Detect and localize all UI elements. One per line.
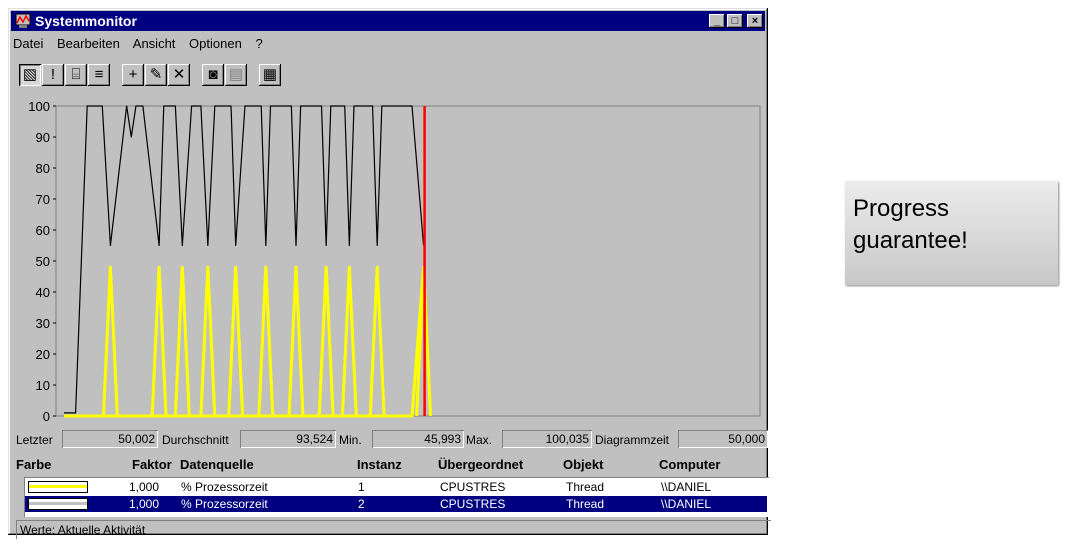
menu-ansicht[interactable]: Ansicht (133, 36, 176, 51)
color-swatch (28, 481, 88, 493)
alert-view-button[interactable]: ! (42, 64, 64, 86)
plot-area (55, 105, 761, 417)
menu-datei[interactable]: Datei (13, 36, 43, 51)
average-label: Durchschnitt (162, 433, 229, 447)
min-value: 45,993 (372, 430, 464, 448)
average-value: 93,524 (240, 430, 336, 448)
app-icon (15, 13, 31, 28)
row-instance: 2 (358, 497, 365, 511)
export-icon: ▤ (228, 66, 244, 83)
y-tick-label: 30 (36, 316, 50, 331)
row-parent: CPUSTRES (440, 497, 506, 511)
snapshot-button[interactable]: ◙ (202, 64, 224, 86)
last-value: 50,002 (62, 430, 158, 448)
y-tick-label: 20 (36, 347, 50, 362)
y-tick-label: 10 (36, 378, 50, 393)
color-swatch (28, 498, 88, 510)
list-item[interactable]: 1,000 % Prozessorzeit 1 CPUSTRES Thread … (25, 479, 767, 495)
y-tick-label: 50 (36, 254, 50, 269)
max-value: 100,035 (502, 430, 592, 448)
last-label: Letzter (16, 433, 53, 447)
row-source: % Prozessorzeit (181, 480, 268, 494)
close-button[interactable]: × (747, 14, 763, 28)
counter-list: 1,000 % Prozessorzeit 1 CPUSTRES Thread … (24, 477, 769, 517)
stats-bar: Letzter 50,002 Durchschnitt 93,524 Min. … (16, 429, 768, 450)
minimize-button[interactable]: _ (709, 14, 725, 28)
title-bar[interactable]: Systemmonitor _ □ × (11, 11, 765, 31)
add-counter-button[interactable]: + (122, 64, 144, 86)
y-tick-label: 100 (28, 102, 50, 114)
delete-counter-icon: ✕ (172, 66, 186, 83)
row-parent: CPUSTRES (440, 480, 506, 494)
add-counter-icon: + (128, 66, 138, 83)
menu-bar: Datei Bearbeiten Ansicht Optionen ? (13, 36, 273, 54)
header-source[interactable]: Datenquelle (180, 457, 254, 472)
status-bar: Werte: Aktuelle Aktivität (16, 520, 771, 539)
export-button[interactable]: ▤ (225, 64, 247, 86)
y-tick-label: 0 (43, 409, 50, 424)
log-view-button[interactable]: ⌸ (65, 64, 87, 86)
header-instance[interactable]: Instanz (357, 457, 402, 472)
row-computer: \\DANIEL (661, 497, 712, 511)
max-label: Max. (466, 433, 493, 447)
y-tick-label: 60 (36, 223, 50, 238)
delete-counter-button[interactable]: ✕ (168, 64, 190, 86)
row-instance: 1 (358, 480, 365, 494)
min-label: Min. (339, 433, 362, 447)
menu-help[interactable]: ? (255, 36, 262, 51)
row-factor: 1,000 (129, 497, 160, 511)
chart-time-label: Diagrammzeit (595, 433, 670, 447)
toolbar: ▧ ! ⌸ ≡ + ✎ ✕ ◙ ▤ ▦ (11, 58, 765, 90)
maximize-button[interactable]: □ (727, 14, 743, 28)
edit-counter-button[interactable]: ✎ (145, 64, 167, 86)
window-title: Systemmonitor (35, 13, 137, 29)
y-tick-label: 80 (36, 161, 50, 176)
report-view-icon: ≡ (94, 66, 104, 83)
menu-bearbeiten[interactable]: Bearbeiten (57, 36, 120, 51)
chart-view-button[interactable]: ▧ (19, 64, 41, 86)
list-item-selected[interactable]: 1,000 % Prozessorzeit 2 CPUSTRES Thread … (25, 496, 767, 512)
header-object[interactable]: Objekt (563, 457, 603, 472)
performance-chart: 1009080706050403020100 (28, 102, 761, 424)
status-text: Werte: Aktuelle Aktivität (20, 523, 146, 537)
edit-counter-icon: ✎ (149, 66, 163, 83)
header-parent[interactable]: Übergeordnet (438, 457, 523, 472)
chart-time-value: 50,000 (678, 430, 768, 448)
row-factor: 1,000 (129, 480, 160, 494)
header-computer[interactable]: Computer (659, 457, 720, 472)
y-tick-label: 70 (36, 192, 50, 207)
properties-button[interactable]: ▦ (259, 64, 281, 86)
systemmonitor-window: Systemmonitor _ □ × Datei Bearbeiten Ans… (8, 8, 769, 537)
header-factor[interactable]: Faktor (132, 457, 172, 472)
header-color[interactable]: Farbe (16, 457, 51, 472)
row-object: Thread (566, 480, 605, 494)
properties-icon: ▦ (262, 66, 278, 83)
menu-optionen[interactable]: Optionen (189, 36, 242, 51)
alert-view-icon: ! (50, 66, 56, 83)
y-tick-label: 90 (36, 130, 50, 145)
snapshot-icon: ◙ (208, 66, 218, 83)
row-source: % Prozessorzeit (181, 497, 268, 511)
y-tick-label: 40 (36, 285, 50, 300)
chart-view-icon: ▧ (22, 66, 38, 83)
progress-note: Progress guarantee! (845, 181, 1058, 285)
row-object: Thread (566, 497, 605, 511)
legend-header: Farbe Faktor Datenquelle Instanz Übergeo… (16, 456, 768, 474)
row-computer: \\DANIEL (661, 480, 712, 494)
report-view-button[interactable]: ≡ (88, 64, 110, 86)
log-view-icon: ⌸ (71, 66, 81, 83)
